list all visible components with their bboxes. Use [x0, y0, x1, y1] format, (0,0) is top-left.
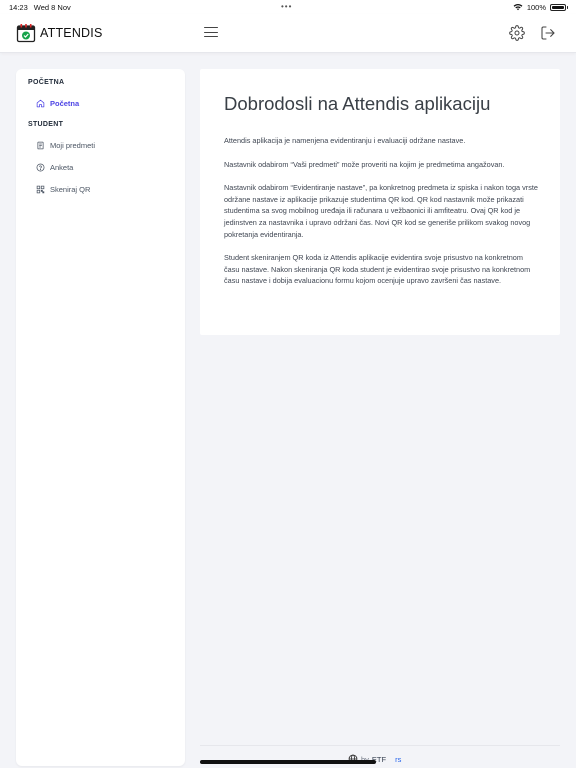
footer-divider	[200, 745, 560, 746]
app-logo[interactable]: ATTENDIS	[16, 23, 102, 43]
sidebar-item-label: Skeniraj QR	[50, 184, 91, 194]
status-time: 14:23	[9, 2, 28, 12]
battery-fill	[552, 5, 564, 9]
status-bar: 14:23 Wed 8 Nov ••• 100%	[0, 0, 576, 14]
question-icon	[36, 163, 45, 171]
hamburger-icon[interactable]	[204, 27, 218, 39]
home-indicator[interactable]	[200, 760, 376, 764]
section-title-student: STUDENT	[28, 121, 64, 128]
qr-icon	[36, 185, 45, 193]
sidebar: POČETNA Početna STUDENT Moji predmeti An…	[16, 69, 185, 766]
battery-icon	[550, 3, 568, 11]
sidebar-item-anketa[interactable]: Anketa	[36, 160, 73, 174]
battery-percent: 100%	[526, 2, 546, 12]
paragraph-vasi-predmeti: Nastavnik odabirom “Vaši predmeti” može …	[224, 159, 505, 169]
multitasking-dots[interactable]: •••	[281, 2, 292, 11]
section-title-pocetna: POČETNA	[28, 79, 65, 86]
footer-rs[interactable]: rs	[395, 755, 401, 764]
paragraph-evidentiranje: Nastavnik odabirom “Evidentiranje nastav…	[224, 183, 538, 239]
logo-text: ATTENDIS	[40, 26, 103, 40]
paragraph-student: Student skeniranjem QR koda iz Attendis …	[224, 253, 531, 286]
document-icon	[37, 141, 44, 149]
welcome-text: Attendis aplikacija je namenjena evident…	[224, 135, 540, 299]
welcome-card: Dobrodosli na Attendis aplikaciju Attend…	[200, 69, 560, 335]
paragraph-intro: Attendis aplikacija je namenjena evident…	[224, 136, 466, 145]
sidebar-item-label: Anketa	[50, 162, 74, 172]
sidebar-item-skeniraj-qr[interactable]: Skeniraj QR	[36, 182, 90, 196]
app-header: ATTENDIS	[0, 14, 576, 53]
calendar-check-icon	[16, 24, 36, 43]
gear-icon[interactable]	[509, 25, 525, 41]
home-icon	[36, 99, 45, 107]
sidebar-item-pocetna[interactable]: Početna	[36, 96, 79, 110]
sidebar-item-moji-predmeti[interactable]: Moji predmeti	[36, 138, 95, 152]
status-date: Wed 8 Nov	[33, 2, 71, 12]
wifi-icon	[513, 3, 523, 11]
sidebar-item-label: Moji predmeti	[50, 140, 96, 150]
page-title: Dobrodosli na Attendis aplikaciju	[224, 93, 491, 114]
sidebar-item-label: Početna	[50, 98, 80, 108]
logout-icon[interactable]	[540, 25, 556, 41]
status-right: 100%	[513, 2, 568, 12]
status-left: 14:23 Wed 8 Nov	[9, 3, 71, 12]
